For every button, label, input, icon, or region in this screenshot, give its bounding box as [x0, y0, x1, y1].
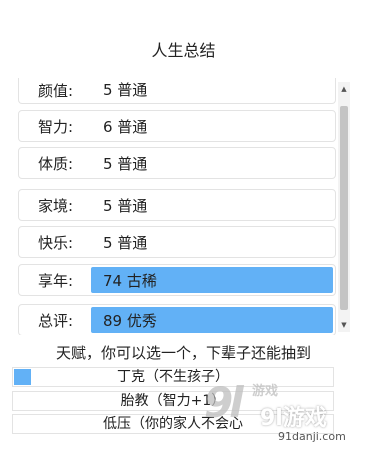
summary-row-value: 5 普通	[103, 154, 148, 173]
summary-row-value: 5 普通	[103, 81, 148, 99]
summary-list[interactable]: 颜值: 5 普通 智力: 6 普通 体质: 5 普通 家境: 5 普通 快乐: …	[12, 78, 352, 335]
summary-scrollbar[interactable]: ▲ ▼	[338, 82, 350, 332]
summary-row-value: 6 普通	[103, 117, 148, 136]
summary-row-value: 74 古稀	[91, 267, 333, 293]
watermark-url: 91danji.com	[278, 430, 346, 443]
summary-row-family: 家境: 5 普通	[18, 189, 336, 221]
summary-row-label: 家境:	[38, 196, 74, 215]
summary-row-constitution: 体质: 5 普通	[18, 147, 336, 179]
summary-row-lifespan: 享年: 74 古稀	[18, 264, 336, 296]
summary-row-label: 智力:	[38, 117, 74, 136]
summary-row-label: 体质:	[38, 154, 74, 173]
watermark-logo: 9l	[204, 378, 244, 427]
summary-row-label: 颜值:	[38, 82, 74, 100]
page-title: 人生总结	[151, 41, 216, 60]
summary-row-label: 总评:	[38, 311, 74, 330]
summary-row-value: 5 普通	[103, 196, 148, 215]
watermark-brand: 9l游戏	[260, 406, 327, 431]
summary-row-label: 享年:	[38, 271, 74, 290]
summary-row-happiness: 快乐: 5 普通	[18, 226, 336, 258]
summary-row-appearance: 颜值: 5 普通	[18, 78, 336, 104]
summary-row-value: 5 普通	[103, 233, 148, 252]
talent-selected-indicator	[14, 369, 31, 385]
summary-row-overall: 总评: 89 优秀	[18, 304, 336, 335]
scrollbar-thumb[interactable]	[340, 106, 348, 310]
summary-row-label: 快乐:	[38, 233, 74, 252]
scroll-up-arrow-icon[interactable]: ▲	[338, 82, 350, 96]
site-watermark: 9l 游戏 9l游戏 91danji.com	[196, 376, 364, 450]
watermark-small-text: 游戏	[252, 384, 279, 399]
summary-row-intelligence: 智力: 6 普通	[18, 110, 336, 142]
scroll-down-arrow-icon[interactable]: ▼	[338, 318, 350, 332]
talent-hint: 天赋，你可以选一个，下辈子还能抽到	[55, 344, 311, 362]
summary-row-value: 89 优秀	[91, 307, 333, 333]
